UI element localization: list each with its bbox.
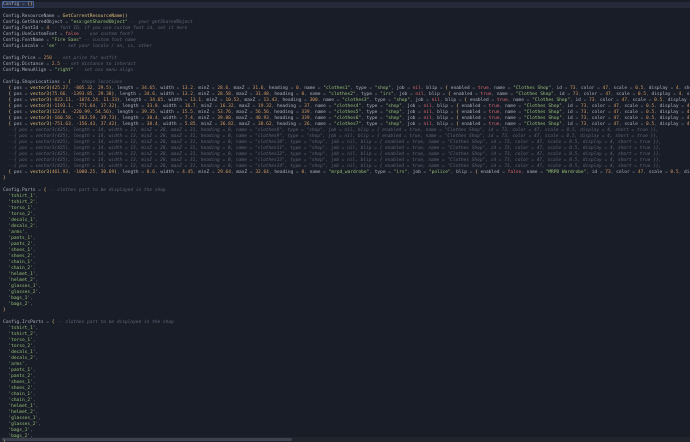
code-editor: Config = {} Config.ResourceName = GetCur… [0, 0, 690, 442]
code-area: Config = {} Config.ResourceName = GetCur… [3, 2, 690, 442]
code-line[interactable]: { pos = vector3(461.93, -1000.25, 30.69)… [3, 170, 690, 176]
selection-highlight: Config = {} [3, 2, 33, 7]
horizontal-scrollbar[interactable] [0, 437, 690, 442]
horizontal-scrollbar-thumb[interactable] [2, 438, 292, 441]
